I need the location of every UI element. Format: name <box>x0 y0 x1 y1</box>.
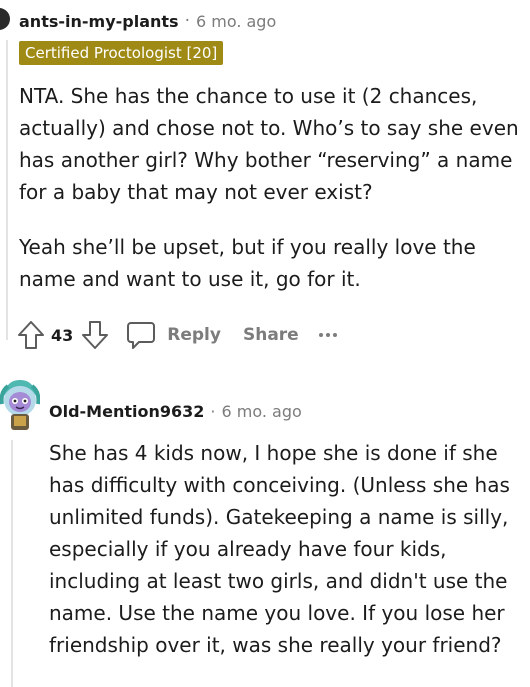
separator-dot: · <box>210 401 216 421</box>
thread-line[interactable] <box>6 40 8 340</box>
comment-actions: 43 Reply Share <box>15 318 337 352</box>
reply-paragraph: She has 4 kids now, I hope she is done i… <box>49 441 510 657</box>
user-flair: Certified Proctologist [20] <box>19 41 224 65</box>
share-button[interactable]: Share <box>243 325 299 345</box>
vote-count: 43 <box>51 325 74 345</box>
reply-button[interactable]: Reply <box>167 325 221 345</box>
timestamp[interactable]: 6 mo. ago <box>221 402 301 421</box>
comment-paragraph-2: Yeah she’ll be upset, but if you really … <box>19 235 476 291</box>
reply-header: Old-Mention9632 · 6 mo. ago <box>49 399 302 423</box>
ellipsis-icon[interactable] <box>318 333 337 337</box>
separator-dot: · <box>184 11 190 31</box>
comment-paragraph-1: NTA. She has the chance to use it (2 cha… <box>19 84 519 204</box>
timestamp[interactable]: 6 mo. ago <box>196 12 276 31</box>
upvote-arrow-icon[interactable] <box>15 319 47 351</box>
reply-thread-line[interactable] <box>11 440 13 687</box>
avatar[interactable] <box>0 8 10 30</box>
comment-header: ants-in-my-plants · 6 mo. ago <box>19 9 276 33</box>
avatar[interactable] <box>0 374 41 434</box>
downvote-arrow-icon[interactable] <box>79 319 111 351</box>
username[interactable]: Old-Mention9632 <box>49 402 204 421</box>
comment-bubble-icon[interactable] <box>125 319 157 351</box>
username[interactable]: ants-in-my-plants <box>19 12 179 31</box>
